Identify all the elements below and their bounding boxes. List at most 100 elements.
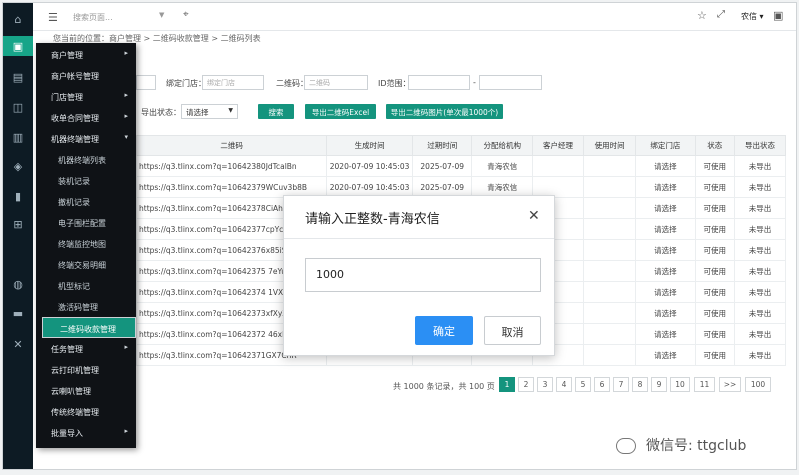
column-header: 二维码 (135, 135, 328, 156)
page-button[interactable]: 11 (694, 377, 715, 392)
status-cell: 可使用 (694, 302, 735, 324)
store-icon[interactable]: ▣ (3, 36, 33, 56)
menu-item[interactable]: 撤机记录 (36, 191, 136, 212)
menu-item[interactable]: 收单合同管理 ▸ (36, 107, 136, 128)
page-button[interactable]: 6 (594, 377, 610, 392)
qr-url-cell: https://q3.tlinx.com?q=10642380JdTcalBn (135, 155, 328, 177)
used-time-cell (583, 323, 637, 345)
created-time-cell: 2020-07-09 10:45:03 (326, 155, 413, 177)
star-icon[interactable]: ☆ (697, 9, 707, 22)
column-header: 使用时间 (583, 135, 637, 156)
menu-item-label: 商户管理 (51, 51, 83, 60)
menu-item[interactable]: 机器终端列表 (36, 149, 136, 170)
export-excel-button[interactable]: 导出二维码Excel (305, 104, 376, 119)
merchant-field[interactable] (136, 75, 156, 90)
briefcase-icon[interactable]: ◫ (8, 97, 28, 117)
menu-item[interactable]: 任务管理 ▸ (36, 338, 136, 359)
search-button[interactable]: 搜索 (258, 104, 294, 119)
export-status-select[interactable]: 请选择 ▼ (181, 104, 238, 119)
menu-item[interactable]: 电子围栏配置 (36, 212, 136, 233)
page-button[interactable]: 2 (518, 377, 534, 392)
top-bar: ☰ 搜索页面... ▼ ⌖ ☆ ⤢ 农信 ▾ ▣ (33, 3, 796, 31)
cancel-button[interactable]: 取消 (484, 316, 541, 345)
terminal-icon[interactable]: ▬ (8, 303, 28, 323)
bind-store-cell[interactable]: 请选择 (635, 302, 696, 324)
id-range-from-input[interactable] (408, 75, 470, 90)
export-status-value: 请选择 (186, 108, 209, 117)
page-button[interactable]: 9 (651, 377, 667, 392)
qr-input[interactable]: 二维码 (304, 75, 368, 90)
page-button[interactable]: 7 (613, 377, 629, 392)
menu-item[interactable]: 批量导入 ▸ (36, 422, 136, 443)
confirm-button[interactable]: 确定 (415, 316, 473, 345)
fullscreen-icon[interactable]: ⤢ (717, 9, 725, 20)
page-button[interactable]: 100 (745, 377, 771, 392)
menu-item[interactable]: 终端交易明细 (36, 254, 136, 275)
account-icon[interactable]: ▣ (773, 9, 783, 22)
id-range-label: ID范围： (378, 79, 411, 88)
bind-store-cell[interactable]: 请选择 (635, 344, 696, 366)
close-icon[interactable]: ✕ (528, 208, 540, 224)
menu-item[interactable]: 装机记录 (36, 170, 136, 191)
page-button[interactable]: 8 (632, 377, 648, 392)
menu-item[interactable]: 商户管理 ▸ (36, 44, 136, 65)
id-range-to-input[interactable] (479, 75, 542, 90)
export-status-cell: 未导出 (733, 260, 787, 282)
table-header-row: 二维码 生成时间 过期时间 分配给机构 客户经理 使用时间 绑定门店 状态 导出状态 (135, 135, 787, 156)
bind-store-cell[interactable]: 请选择 (635, 281, 696, 303)
export-images-button[interactable]: 导出二维码图片(单次最1000个) (386, 104, 503, 119)
menu-item[interactable]: 机器终端管理 ▾ (36, 128, 136, 149)
menu-icon[interactable]: ☰ (48, 11, 58, 24)
bind-store-cell[interactable]: 请选择 (635, 155, 696, 177)
bind-store-cell[interactable]: 请选择 (635, 197, 696, 219)
page-button[interactable]: 3 (537, 377, 553, 392)
watermark-text: 微信号: ttgclub (646, 438, 747, 454)
column-header: 分配给机构 (471, 135, 534, 156)
bind-store-cell[interactable]: 请选择 (635, 218, 696, 240)
page-button[interactable]: >> (719, 377, 741, 392)
menu-item[interactable]: 门店管理 ▸ (36, 86, 136, 107)
card-icon[interactable]: ▤ (8, 67, 28, 87)
page-button[interactable]: 4 (556, 377, 572, 392)
menu-item-label: 任务管理 (51, 345, 83, 354)
chevron-down-icon[interactable]: ▼ (159, 11, 164, 19)
used-time-cell (583, 260, 637, 282)
bind-store-cell[interactable]: 请选择 (635, 260, 696, 282)
building-icon[interactable]: ▥ (8, 127, 28, 147)
export-status-cell: 未导出 (733, 344, 787, 366)
count-input[interactable]: 1000 (305, 258, 541, 292)
export-status-cell: 未导出 (733, 281, 787, 303)
status-cell: 可使用 (694, 239, 735, 261)
page-button[interactable]: 5 (575, 377, 591, 392)
tools-icon[interactable]: ✕ (8, 334, 28, 354)
status-cell: 可使用 (694, 218, 735, 240)
home-icon[interactable]: ⌂ (8, 9, 28, 29)
page-button[interactable]: 1 (499, 377, 515, 392)
chevron-right-icon: ▸ (124, 49, 128, 57)
menu-item-label: 机器终端列表 (58, 156, 106, 165)
menu-item[interactable]: 商户帐号管理 (36, 65, 136, 86)
menu-item[interactable]: 激活码管理 (36, 296, 136, 317)
menu-item[interactable]: 云打印机管理 (36, 359, 136, 380)
bind-store-cell[interactable]: 请选择 (635, 176, 696, 198)
menu-item[interactable]: 云喇叭管理 (36, 380, 136, 401)
menu-item-label: 终端监控地图 (58, 240, 106, 249)
menu-item[interactable]: 二维码收款管理 (42, 317, 136, 338)
page-search-input[interactable]: 搜索页面... (73, 9, 168, 25)
menu-item[interactable]: 机型标记 (36, 275, 136, 296)
tag-icon[interactable]: ⌖ (183, 9, 189, 20)
user-menu[interactable]: 农信 ▾ (741, 11, 764, 22)
export-status-cell: 未导出 (733, 218, 787, 240)
shield-icon[interactable]: ◈ (8, 156, 28, 176)
page-button[interactable]: 10 (670, 377, 690, 392)
menu-item[interactable]: 终端监控地图 (36, 233, 136, 254)
globe-icon[interactable]: ◍ (8, 274, 28, 294)
pagination-summary: 共 1000 条记录，共 100 页 (393, 382, 495, 391)
chart-icon[interactable]: ▮ (8, 186, 28, 206)
status-cell: 可使用 (694, 344, 735, 366)
store-input[interactable]: 绑定门店 (202, 75, 264, 90)
plus-box-icon[interactable]: ⊞ (8, 214, 28, 234)
menu-item[interactable]: 传统终端管理 (36, 401, 136, 422)
bind-store-cell[interactable]: 请选择 (635, 323, 696, 345)
bind-store-cell[interactable]: 请选择 (635, 239, 696, 261)
